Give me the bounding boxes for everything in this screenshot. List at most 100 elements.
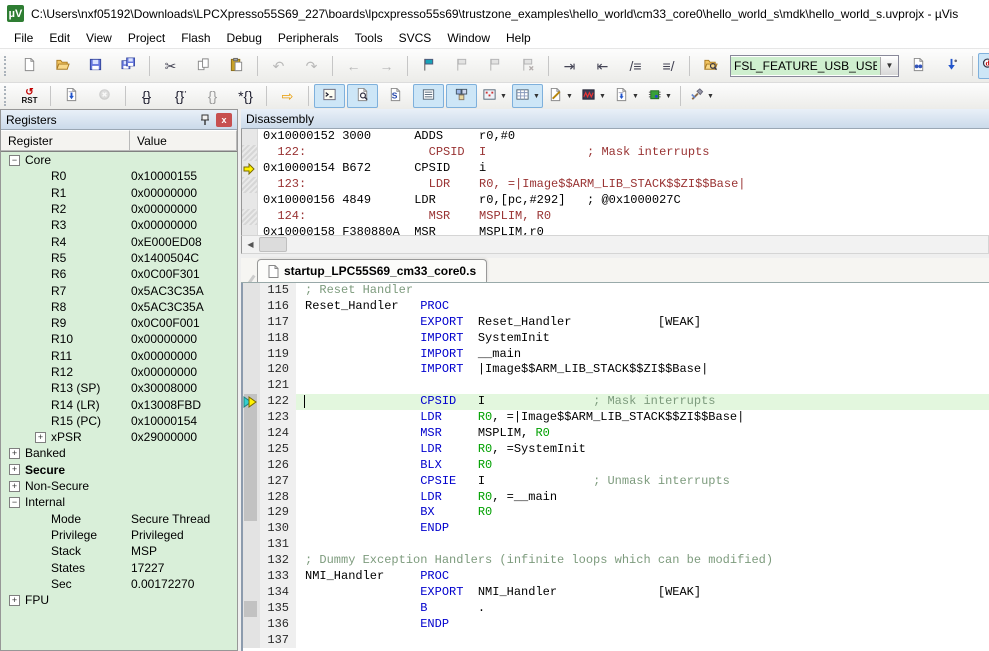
editor-margin[interactable] [243, 458, 260, 474]
disassembly-window-button[interactable] [347, 84, 378, 108]
editor-line-126[interactable]: 126 BLX R0 [243, 458, 989, 474]
step-over-button[interactable]: {}̈ [164, 84, 195, 108]
register-column-header[interactable]: Register [1, 130, 130, 150]
editor-line-127[interactable]: 127 CPSIE I ; Unmask interrupts [243, 474, 989, 490]
expand-icon[interactable]: + [35, 432, 46, 443]
debug-toolbox-dropdown-icon[interactable]: ▼ [707, 93, 714, 100]
register-value[interactable]: 0x5AC3C35A [131, 300, 204, 314]
save-button[interactable] [80, 53, 111, 79]
register-value[interactable]: 0x00000000 [131, 349, 197, 363]
code-text[interactable]: Reset_Handler PROC [296, 299, 989, 315]
menu-item-help[interactable]: Help [498, 29, 539, 47]
code-text[interactable]: BX R0 [296, 505, 989, 521]
serial-window-button[interactable]: ▼ [545, 84, 576, 108]
paste-button[interactable] [221, 53, 252, 79]
comment-selection-button[interactable]: /≡ [620, 53, 651, 79]
tab-startup-file[interactable]: startup_LPC55S69_cm33_core0.s [257, 259, 487, 282]
editor-line-118[interactable]: 118 IMPORT SystemInit [243, 331, 989, 347]
disasm-margin[interactable] [242, 129, 258, 145]
undo-button[interactable]: ↶ [263, 53, 294, 79]
register-value[interactable]: Privileged [131, 528, 184, 542]
editor-margin[interactable] [243, 426, 260, 442]
copy-button[interactable] [188, 53, 219, 79]
code-text[interactable]: IMPORT |Image$$ARM_LIB_STACK$$ZI$$Base| [296, 362, 989, 378]
register-row-r12[interactable]: R120x00000000 [1, 364, 237, 380]
callstack-window-button[interactable] [446, 84, 477, 108]
editor-margin[interactable] [243, 633, 260, 649]
register-row-r9[interactable]: R90x0C00F001 [1, 315, 237, 331]
editor-margin[interactable] [243, 569, 260, 585]
serial-window-dropdown-icon[interactable]: ▼ [566, 93, 573, 100]
disasm-line[interactable]: 122: CPSID I ; Mask interrupts [242, 145, 989, 161]
expand-icon[interactable]: + [9, 448, 20, 459]
menu-item-file[interactable]: File [6, 29, 41, 47]
register-row-r6[interactable]: R60x0C00F301 [1, 266, 237, 282]
register-row-r8[interactable]: R80x5AC3C35A [1, 299, 237, 315]
editor-line-124[interactable]: 124 MSR MSPLIM, R0 [243, 426, 989, 442]
disasm-margin[interactable] [242, 225, 258, 235]
editor-line-134[interactable]: 134 EXPORT NMI_Handler [WEAK] [243, 585, 989, 601]
code-text[interactable]: CPSIE I ; Unmask interrupts [296, 474, 989, 490]
register-row-privilege[interactable]: PrivilegePrivileged [1, 527, 237, 543]
disasm-margin[interactable] [242, 193, 258, 209]
editor-margin[interactable] [243, 537, 260, 553]
bookmark-next-button[interactable] [446, 53, 477, 79]
close-icon[interactable]: x [216, 113, 232, 127]
collapse-icon[interactable]: − [9, 155, 20, 166]
watch-window-button[interactable]: ▼ [479, 84, 510, 108]
editor-margin[interactable] [243, 505, 260, 521]
run-button[interactable] [56, 84, 87, 108]
editor-margin[interactable] [243, 617, 260, 633]
register-value[interactable]: 0x00000000 [131, 365, 197, 379]
menu-item-tools[interactable]: Tools [347, 29, 391, 47]
indent-button[interactable]: ⇥ [554, 53, 585, 79]
disasm-line[interactable]: 123: LDR R0, =|Image$$ARM_LIB_STACK$$ZI$… [242, 177, 989, 193]
reset-cpu-button[interactable]: ↺RST [14, 84, 45, 108]
editor-line-117[interactable]: 117 EXPORT Reset_Handler [WEAK] [243, 315, 989, 331]
collapse-icon[interactable]: − [9, 497, 20, 508]
register-row-stack[interactable]: StackMSP [1, 543, 237, 559]
nav-back-button[interactable]: ← [338, 53, 369, 79]
editor-line-125[interactable]: 125 LDR R0, =SystemInit [243, 442, 989, 458]
open-folder-button[interactable] [47, 53, 78, 79]
register-value[interactable]: Secure Thread [131, 512, 210, 526]
outdent-button[interactable]: ⇤ [587, 53, 618, 79]
run-to-cursor-button[interactable]: *{} [230, 84, 261, 108]
disassembly-code[interactable]: 0x10000152 3000 ADDS r0,#0 122: CPSID I … [241, 129, 989, 235]
disasm-line[interactable]: 0x10000156 4849 LDR r0,[pc,#292] ; @0x10… [242, 193, 989, 209]
editor-margin[interactable] [243, 299, 260, 315]
memory-window-button[interactable]: ▼ [512, 84, 543, 108]
toolbar-grip[interactable] [4, 86, 9, 106]
register-row-sec[interactable]: Sec0.00172270 [1, 576, 237, 592]
register-value[interactable]: 0x00000000 [131, 332, 197, 346]
register-row-r2[interactable]: R20x00000000 [1, 201, 237, 217]
register-value[interactable]: 0x00000000 [131, 218, 197, 232]
toolbar-grip[interactable] [4, 56, 9, 76]
register-value[interactable]: 0x0C00F301 [131, 267, 200, 281]
cut-button[interactable]: ✂ [155, 53, 186, 79]
scroll-left-button[interactable]: ◀ [242, 237, 259, 252]
search-combo-dropdown-icon[interactable]: ▼ [880, 57, 898, 75]
editor-line-133[interactable]: 133NMI_Handler PROC [243, 569, 989, 585]
register-value[interactable]: MSP [131, 544, 157, 558]
menu-item-peripherals[interactable]: Peripherals [270, 29, 347, 47]
editor-line-137[interactable]: 137 [243, 633, 989, 649]
save-all-button[interactable] [113, 53, 144, 79]
code-text[interactable]: IMPORT __main [296, 347, 989, 363]
bookmark-clear-all-button[interactable] [512, 53, 543, 79]
find-in-files-button[interactable] [695, 53, 726, 79]
expand-icon[interactable]: + [9, 595, 20, 606]
find-in-files-doc-button[interactable] [903, 53, 934, 79]
editor-line-131[interactable]: 131 [243, 537, 989, 553]
register-value[interactable]: 0x00000000 [131, 186, 197, 200]
menu-item-flash[interactable]: Flash [173, 29, 218, 47]
disasm-line[interactable]: 124: MSR MSPLIM, R0 [242, 209, 989, 225]
bookmark-prev-button[interactable] [479, 53, 510, 79]
editor-line-122[interactable]: 122 CPSID I ; Mask interrupts [243, 394, 989, 410]
disasm-margin[interactable] [242, 209, 258, 225]
editor-line-120[interactable]: 120 IMPORT |Image$$ARM_LIB_STACK$$ZI$$Ba… [243, 362, 989, 378]
watch-window-dropdown-icon[interactable]: ▼ [500, 93, 507, 100]
show-next-statement-button[interactable]: ⇨ [272, 84, 303, 108]
stop-button[interactable] [89, 84, 120, 108]
disasm-margin[interactable] [242, 145, 258, 161]
